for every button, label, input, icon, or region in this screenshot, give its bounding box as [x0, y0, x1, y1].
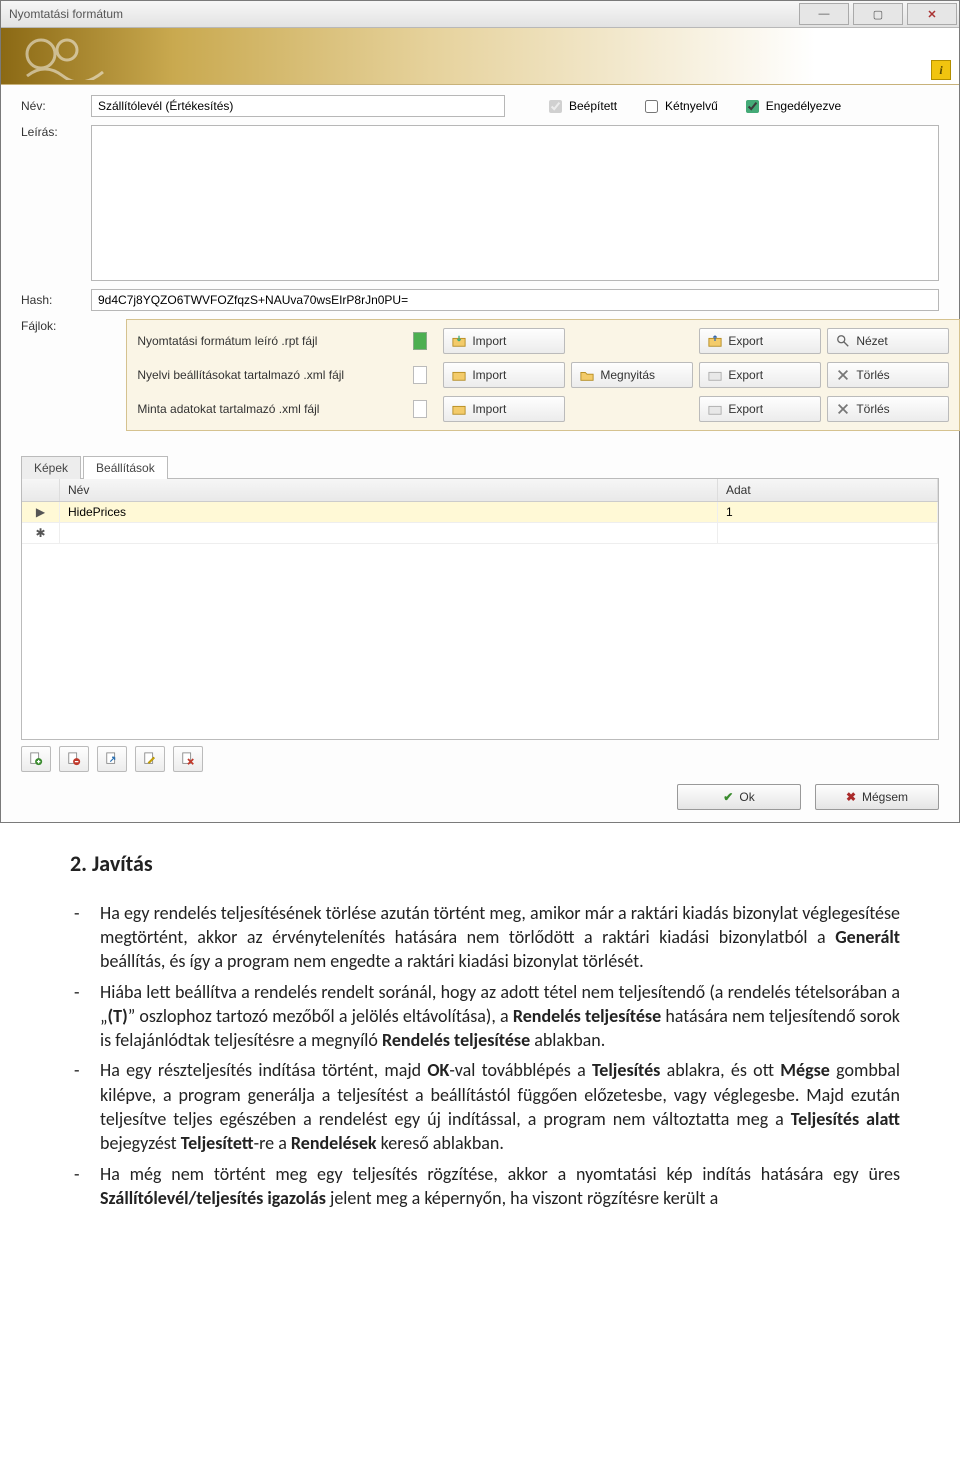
cell-data[interactable]: 1 [718, 502, 938, 522]
file-desc: Minta adatokat tartalmazó .xml fájl [137, 402, 407, 416]
doc-x-icon [181, 752, 195, 766]
file-indicator-full-icon [413, 332, 427, 350]
tab-images[interactable]: Képek [21, 456, 81, 479]
folder-in-icon [452, 402, 466, 416]
info-icon[interactable]: i [931, 60, 951, 80]
export-button[interactable]: Export [699, 396, 821, 422]
doc-bullet: Ha egy részteljesítés indítása történt, … [100, 1058, 900, 1155]
builtin-label: Beépített [569, 99, 617, 113]
doc-bullet: Ha egy rendelés teljesítésének törlése a… [100, 901, 900, 974]
open-button[interactable]: Megnyitás [571, 362, 693, 388]
import-button[interactable]: Import [443, 328, 565, 354]
window-title: Nyomtatási formátum [9, 7, 797, 21]
desc-label: Leírás: [21, 125, 91, 139]
bilingual-label: Kétnyelvű [665, 99, 718, 113]
banner-decoration [23, 32, 113, 80]
grid-header: Név Adat [22, 479, 938, 502]
row-marker-icon: ▶ [22, 502, 60, 522]
delete-all-button[interactable] [173, 746, 203, 772]
file-row-sample-xml: Minta adatokat tartalmazó .xml fájl Impo… [137, 396, 949, 422]
file-row-lang-xml: Nyelvi beállításokat tartalmazó .xml fáj… [137, 362, 949, 388]
tabs: Képek Beállítások [21, 455, 939, 478]
x-icon: ✖ [846, 790, 856, 804]
builtin-checkbox[interactable]: Beépített [545, 97, 617, 116]
file-desc: Nyelvi beállításokat tartalmazó .xml fáj… [137, 368, 407, 382]
doc-bullet: Hiába lett beállítva a rendelés rendelt … [100, 980, 900, 1053]
titlebar: Nyomtatási formátum — ▢ ✕ [1, 1, 959, 28]
document-text: 2. Javítás Ha egy rendelés teljesítéséne… [0, 823, 960, 1236]
folder-in-icon [452, 334, 466, 348]
bilingual-checkbox[interactable]: Kétnyelvű [641, 97, 718, 116]
doc-bullet: Ha még nem történt meg egy teljesítés rö… [100, 1162, 900, 1211]
x-icon [836, 402, 850, 416]
folder-out-icon [708, 334, 722, 348]
x-icon [836, 368, 850, 382]
minimize-button[interactable]: — [799, 3, 849, 25]
add-row-button[interactable] [21, 746, 51, 772]
doc-arrow-icon [105, 752, 119, 766]
remove-row-button[interactable] [59, 746, 89, 772]
table-row-new[interactable]: ✱ [22, 523, 938, 544]
col-data: Adat [718, 479, 938, 501]
file-indicator-empty-icon [413, 400, 427, 418]
tab-settings[interactable]: Beállítások [83, 456, 168, 479]
folder-open-icon [580, 368, 594, 382]
file-desc: Nyomtatási formátum leíró .rpt fájl [137, 334, 407, 348]
folder-out-icon [708, 402, 722, 416]
file-row-rpt: Nyomtatási formátum leíró .rpt fájl Impo… [137, 328, 949, 354]
grid-toolbar [21, 746, 939, 772]
hash-label: Hash: [21, 293, 91, 307]
delete-button[interactable]: Törlés [827, 396, 949, 422]
new-row-marker-icon: ✱ [22, 523, 60, 543]
doc-plus-icon [29, 752, 43, 766]
cancel-button[interactable]: ✖ Mégsem [815, 784, 939, 810]
cell-name[interactable]: HidePrices [60, 502, 718, 522]
hash-input[interactable] [91, 289, 939, 311]
name-input[interactable] [91, 95, 505, 117]
enabled-label: Engedélyezve [766, 99, 841, 113]
magnifier-icon [836, 334, 850, 348]
table-row[interactable]: ▶ HidePrices 1 [22, 502, 938, 523]
desc-textarea[interactable] [91, 125, 939, 281]
banner: i [1, 28, 959, 85]
name-label: Név: [21, 99, 91, 113]
file-indicator-empty-icon [413, 366, 427, 384]
dialog-buttons: ✔ Ok ✖ Mégsem [1, 780, 959, 822]
export-button[interactable]: Export [699, 328, 821, 354]
check-icon: ✔ [723, 790, 733, 804]
print-format-window: Nyomtatási formátum — ▢ ✕ i Név: Beépíte… [0, 0, 960, 823]
doc-pencil-icon [143, 752, 157, 766]
files-label: Fájlok: [21, 319, 56, 333]
settings-tab-content: Név Adat ▶ HidePrices 1 ✱ [21, 478, 939, 740]
col-name: Név [60, 479, 718, 501]
folder-in-icon [452, 368, 466, 382]
close-button[interactable]: ✕ [907, 3, 957, 25]
import-button[interactable]: Import [443, 396, 565, 422]
enabled-checkbox[interactable]: Engedélyezve [742, 97, 841, 116]
refresh-button[interactable] [97, 746, 127, 772]
maximize-button[interactable]: ▢ [853, 3, 903, 25]
export-button[interactable]: Export [699, 362, 821, 388]
form-area: Név: Beépített Kétnyelvű Engedélyezve Le… [1, 85, 959, 445]
folder-out-icon [708, 368, 722, 382]
doc-minus-icon [67, 752, 81, 766]
files-frame: Nyomtatási formátum leíró .rpt fájl Impo… [126, 319, 960, 431]
doc-heading: 2. Javítás [70, 849, 900, 879]
grid-body: ▶ HidePrices 1 ✱ [22, 502, 938, 739]
ok-button[interactable]: ✔ Ok [677, 784, 801, 810]
view-button[interactable]: Nézet [827, 328, 949, 354]
import-button[interactable]: Import [443, 362, 565, 388]
delete-button[interactable]: Törlés [827, 362, 949, 388]
edit-button[interactable] [135, 746, 165, 772]
